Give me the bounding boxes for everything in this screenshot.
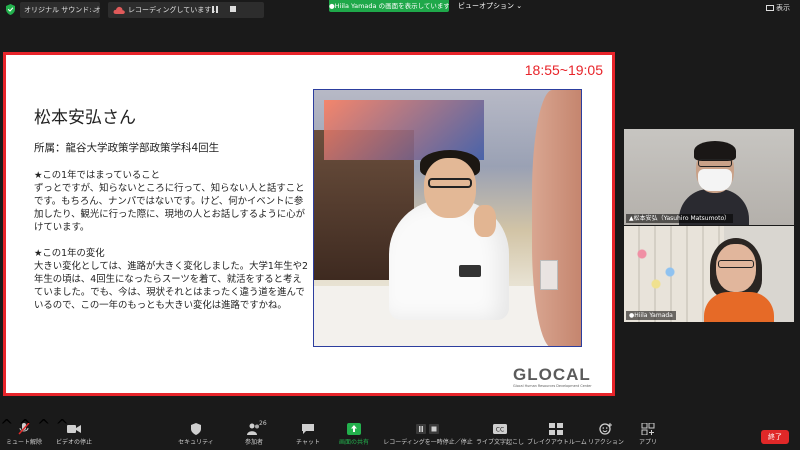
chevron-down-icon: ⌄ — [91, 6, 97, 14]
chat-button[interactable]: チャット — [290, 416, 326, 450]
participant-name: ●Hiila Yamada — [626, 311, 676, 320]
view-options-button[interactable]: ビューオプション ⌄ — [458, 0, 522, 12]
meeting-toolbar: ミュート解除 ^ ビデオの停止 ^ セキュリティ 参加者 26 ^ チャット 画… — [0, 416, 800, 450]
security-label: セキュリティ — [178, 439, 214, 446]
recording-label: レコーディングしています... — [128, 6, 218, 14]
smiley-plus-icon — [599, 423, 612, 435]
apps-label: アプリ — [638, 439, 657, 446]
apps-grid-icon — [641, 423, 655, 435]
cloud-record-icon — [113, 6, 125, 14]
participant-tile[interactable]: ▲松本安弘（Yasuhiro Matsumoto） — [624, 129, 794, 225]
screen-share-banner: ●Hiila Yamada の画面を表示しています — [329, 0, 449, 12]
logo-wordmark: GLOCAL — [513, 365, 591, 384]
reactions-button[interactable]: リアクション — [588, 416, 624, 450]
end-meeting-button[interactable]: 終了 — [761, 430, 789, 444]
pause-recording-icon[interactable] — [212, 6, 218, 13]
slide-time: 18:55~19:05 — [524, 62, 603, 78]
section-2-heading: ★この1年の変化 — [34, 248, 105, 259]
stop-video-label: ビデオの停止 — [55, 439, 92, 446]
unmute-button[interactable]: ミュート解除 — [4, 416, 44, 450]
unmute-label: ミュート解除 — [5, 439, 42, 446]
stop-video-button[interactable]: ビデオの停止 — [50, 416, 98, 450]
display-label: 表示 — [776, 4, 790, 12]
original-sound-label: オリジナル サウンド: オフ — [24, 6, 100, 14]
display-button[interactable]: 表示 — [766, 3, 790, 13]
section-1-text: ずっとですが、知らないところに行って、知らない人と話すことです。もちろん、ナンパ… — [34, 183, 306, 233]
breakout-rooms-icon — [549, 423, 563, 435]
stop-recording-icon[interactable] — [230, 6, 236, 12]
reactions-label: リアクション — [588, 439, 624, 446]
video-camera-icon — [67, 425, 81, 433]
logo-subtitle: Glocal Human Resources Development Cente… — [513, 384, 592, 388]
share-screen-button[interactable]: 画面の共有 — [332, 416, 376, 450]
top-bar: オリジナル サウンド: オフ ⌄ レコーディングしています... ●Hiila … — [0, 0, 800, 20]
slide-affiliation: 所属：龍谷大学政策学部政策学科4回生 — [34, 142, 220, 154]
glocal-logo: GLOCAL Glocal Human Resources Developmen… — [513, 366, 613, 394]
shared-screen: 18:55~19:05 松本安弘さん 所属：龍谷大学政策学部政策学科4回生 ★こ… — [3, 52, 615, 396]
chat-bubble-icon — [302, 424, 314, 434]
section-2: ★この1年の変化 大きい変化としては、進路が大きく変化しました。大学1年生や2年… — [34, 247, 309, 312]
recording-indicator: レコーディングしています... — [108, 2, 264, 18]
microphone-muted-icon — [18, 423, 30, 435]
shield-icon[interactable] — [6, 4, 15, 15]
share-screen-label: 画面の共有 — [338, 439, 369, 446]
live-transcript-button[interactable]: CC ライブ文字起こし — [476, 416, 524, 450]
breakout-rooms-button[interactable]: ブレイクアウトルーム — [527, 416, 587, 450]
pause-recording-button[interactable]: レコーディングを一時停止／停止 — [382, 416, 474, 450]
original-sound-toggle[interactable]: オリジナル サウンド: オフ ⌄ — [20, 2, 100, 18]
participant-name: ▲松本安弘（Yasuhiro Matsumoto） — [626, 214, 734, 223]
section-1-heading: ★この1年ではまっていること — [34, 170, 161, 181]
fullscreen-icon — [766, 5, 774, 11]
section-1: ★この1年ではまっていること ずっとですが、知らないところに行って、知らない人と… — [34, 169, 309, 234]
participant-count: 26 — [259, 420, 267, 427]
participant-tile[interactable]: ●Hiila Yamada — [624, 226, 794, 322]
section-2-text: 大きい変化としては、進路が大きく変化しました。大学1年生や2年生の頃は、4回生に… — [34, 261, 308, 311]
participants-label: 参加者 — [244, 439, 263, 446]
svg-text:CC: CC — [496, 427, 504, 434]
shield-icon — [191, 423, 201, 435]
closed-caption-icon: CC — [493, 424, 507, 434]
apps-button[interactable]: アプリ — [632, 416, 664, 450]
pause-stop-icon — [416, 424, 439, 434]
live-transcript-label: ライブ文字起こし — [476, 439, 525, 446]
participants-button[interactable]: 参加者 — [234, 416, 274, 450]
security-button[interactable]: セキュリティ — [175, 416, 217, 450]
slide-body: ★この1年ではまっていること ずっとですが、知らないところに行って、知らない人と… — [34, 169, 309, 325]
speaker-photo — [313, 89, 582, 347]
breakout-rooms-label: ブレイクアウトルーム — [527, 439, 587, 446]
slide-title: 松本安弘さん — [34, 108, 136, 128]
pause-recording-label: レコーディングを一時停止／停止 — [383, 439, 473, 446]
share-screen-icon — [347, 423, 361, 435]
chat-label: チャット — [296, 439, 320, 446]
